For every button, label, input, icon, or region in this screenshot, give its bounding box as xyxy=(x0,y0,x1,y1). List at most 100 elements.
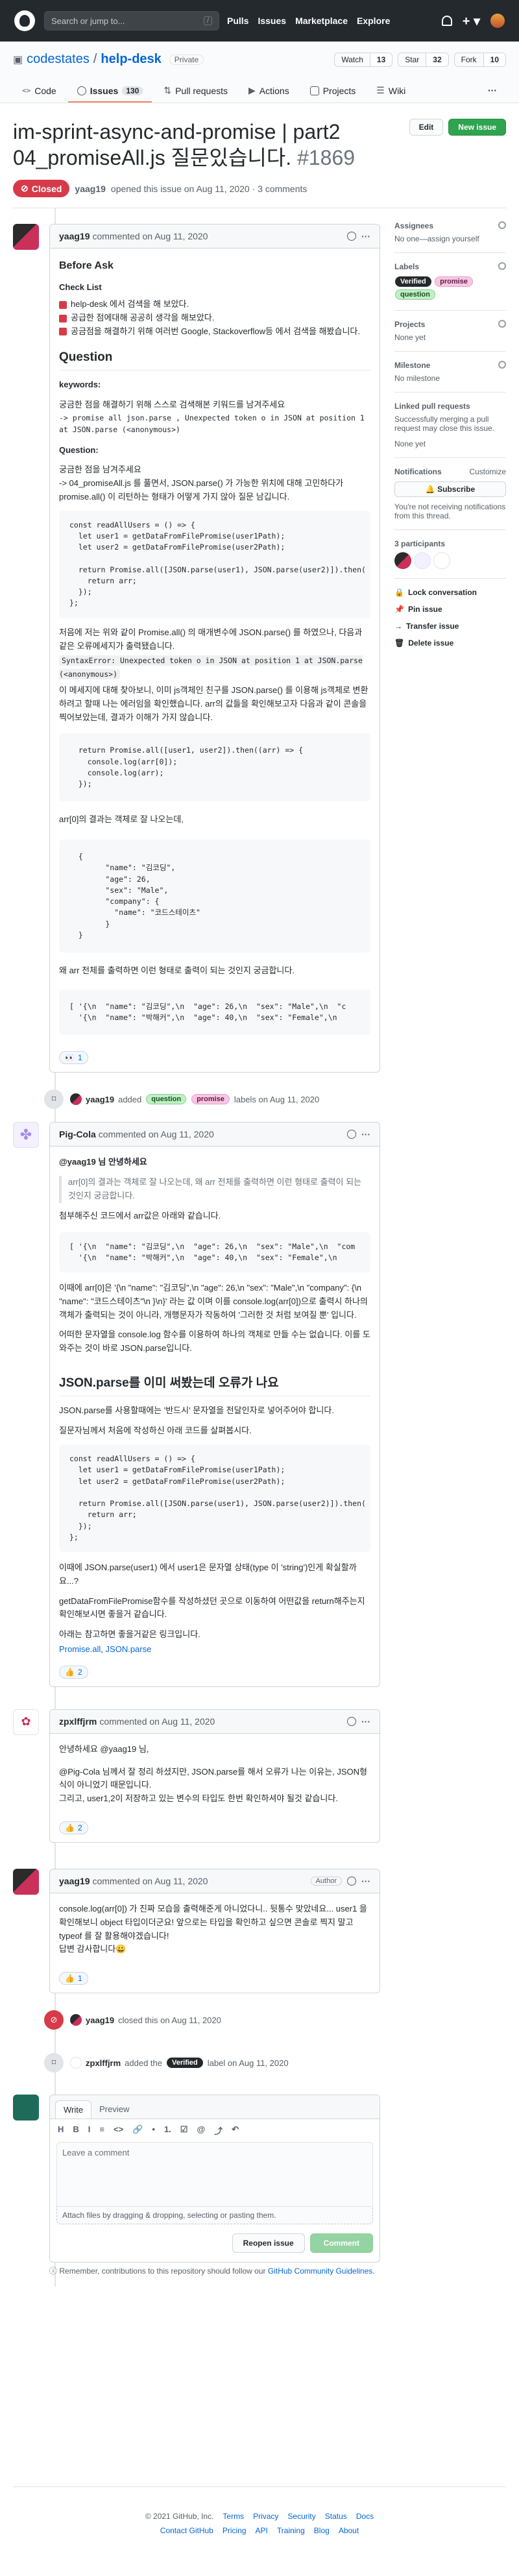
bold-tool-icon[interactable]: B xyxy=(73,2124,78,2137)
notifications-bell-icon[interactable] xyxy=(441,16,452,26)
comment-author[interactable]: yaag19 xyxy=(59,1876,90,1886)
gear-icon[interactable] xyxy=(498,262,506,270)
quote-tool-icon[interactable]: ≡ xyxy=(99,2124,104,2137)
tab-code[interactable]: <> Code xyxy=(13,80,66,103)
footer-link-api[interactable]: API xyxy=(256,2526,268,2535)
guidelines-link[interactable]: GitHub Community Guidelines. xyxy=(268,2266,375,2276)
star-count[interactable]: 32 xyxy=(426,53,448,66)
nav-issues[interactable]: Issues xyxy=(258,16,286,26)
comment-date[interactable]: commented on Aug 11, 2020 xyxy=(92,1876,208,1886)
footer-link-contact[interactable]: Contact GitHub xyxy=(160,2526,213,2535)
gear-icon[interactable] xyxy=(498,221,506,229)
transfer-issue-button[interactable]: → Transfer issue xyxy=(394,622,506,631)
json-parse-link[interactable]: JSON.parse xyxy=(106,1644,152,1654)
comment-menu-icon[interactable]: ··· xyxy=(361,231,370,241)
fork-button[interactable]: Fork 10 xyxy=(453,52,506,67)
comment-author[interactable]: yaag19 xyxy=(59,231,90,241)
linked-title[interactable]: Linked pull requests xyxy=(394,402,470,411)
avatar[interactable]: ✤ xyxy=(13,1122,39,1148)
tab-actions[interactable]: ▶ Actions xyxy=(239,80,298,103)
footer-link-terms[interactable]: Terms xyxy=(223,2512,244,2521)
label-promise[interactable]: promise xyxy=(191,1094,230,1105)
comment-author[interactable]: zpxlffjrm xyxy=(59,1716,97,1727)
footer-link-pricing[interactable]: Pricing xyxy=(223,2526,247,2535)
repo-name-link[interactable]: help-desk xyxy=(101,52,161,67)
avatar[interactable] xyxy=(13,224,39,250)
avatar[interactable] xyxy=(70,1093,82,1106)
footer-link-status[interactable]: Status xyxy=(325,2512,347,2521)
edit-button[interactable]: Edit xyxy=(409,119,444,136)
code-tool-icon[interactable]: <> xyxy=(114,2124,123,2137)
more-tabs-button[interactable]: ··· xyxy=(479,80,506,103)
assignees-title[interactable]: Assignees xyxy=(394,221,433,230)
event-user[interactable]: yaag19 xyxy=(86,2015,114,2025)
attach-files-area[interactable]: Attach files by dragging & dropping, sel… xyxy=(56,2207,373,2225)
watch-count[interactable]: 13 xyxy=(369,53,392,66)
avatar[interactable] xyxy=(70,2057,82,2069)
delete-issue-button[interactable]: 🗑 Delete issue xyxy=(394,638,506,648)
gear-icon[interactable] xyxy=(498,361,506,369)
tab-preview[interactable]: Preview xyxy=(91,2100,137,2119)
add-reaction-icon[interactable] xyxy=(347,1877,356,1886)
tab-write[interactable]: Write xyxy=(55,2100,92,2119)
gear-icon[interactable] xyxy=(498,320,506,328)
mention-tool-icon[interactable]: @ xyxy=(197,2124,205,2137)
reaction-thumbsup[interactable]: 👍 1 xyxy=(59,1972,88,1986)
avatar[interactable]: ✿ xyxy=(13,1708,39,1735)
add-reaction-icon[interactable] xyxy=(347,232,356,241)
reference-tool-icon[interactable]: ⤴ xyxy=(214,2124,223,2137)
comment-date[interactable]: commented on Aug 11, 2020 xyxy=(99,1716,215,1727)
footer-link-blog[interactable]: Blog xyxy=(314,2526,330,2535)
labels-title[interactable]: Labels xyxy=(394,262,419,271)
user-avatar[interactable] xyxy=(490,14,505,28)
link-tool-icon[interactable]: 🔗 xyxy=(132,2124,143,2137)
saved-replies-tool-icon[interactable]: ↶ xyxy=(232,2124,239,2137)
subscribe-button[interactable]: 🔔 Subscribe xyxy=(394,481,506,497)
add-reaction-icon[interactable] xyxy=(347,1716,356,1726)
reaction-thumbsup[interactable]: 👍 2 xyxy=(59,1821,88,1835)
comment-textarea[interactable]: Leave a comment xyxy=(56,2142,373,2207)
comment-menu-icon[interactable]: ··· xyxy=(361,1716,370,1727)
comment-menu-icon[interactable]: ··· xyxy=(361,1876,370,1886)
nav-pulls[interactable]: Pulls xyxy=(227,16,248,26)
footer-link-docs[interactable]: Docs xyxy=(356,2512,374,2521)
tab-wiki[interactable]: ☰ Wiki xyxy=(367,80,415,103)
comment-menu-icon[interactable]: ··· xyxy=(361,1129,370,1139)
add-reaction-icon[interactable] xyxy=(347,1130,356,1139)
reaction-eyes[interactable]: 👀 1 xyxy=(59,1051,88,1065)
task-list-tool-icon[interactable]: ☑ xyxy=(180,2124,188,2137)
numbered-list-tool-icon[interactable]: 1. xyxy=(164,2124,171,2137)
pin-issue-button[interactable]: 📌 Pin issue xyxy=(394,605,506,614)
promise-all-link[interactable]: Promise.all xyxy=(59,1644,101,1654)
lock-conversation-button[interactable]: 🔒 Lock conversation xyxy=(394,588,506,597)
assignees-value[interactable]: No one—assign yourself xyxy=(394,234,506,243)
italic-tool-icon[interactable]: I xyxy=(88,2124,91,2137)
fork-count[interactable]: 10 xyxy=(483,53,505,66)
customize-link[interactable]: Customize xyxy=(469,467,506,476)
star-button[interactable]: Star 32 xyxy=(398,52,449,67)
bullet-list-tool-icon[interactable]: • xyxy=(152,2124,155,2137)
tab-projects[interactable]: Projects xyxy=(301,80,365,103)
footer-link-about[interactable]: About xyxy=(339,2526,359,2535)
footer-link-training[interactable]: Training xyxy=(277,2526,305,2535)
label-question[interactable]: question xyxy=(146,1094,187,1105)
label-verified[interactable]: Verified xyxy=(395,276,431,287)
repo-owner-link[interactable]: codestates xyxy=(27,52,90,67)
event-user[interactable]: zpxlffjrm xyxy=(86,2058,121,2068)
github-logo-icon[interactable] xyxy=(14,10,35,31)
heading-tool-icon[interactable]: H xyxy=(58,2124,64,2137)
avatar[interactable] xyxy=(394,552,411,569)
comment-button[interactable]: Comment xyxy=(309,2233,373,2254)
nav-marketplace[interactable]: Marketplace xyxy=(295,16,348,26)
issue-author-link[interactable]: yaag19 xyxy=(75,184,105,194)
search-input[interactable]: Search or jump to... / xyxy=(44,11,219,30)
tab-pull-requests[interactable]: ⇅ Pull requests xyxy=(154,80,237,103)
label-question[interactable]: question xyxy=(395,289,435,300)
new-issue-button[interactable]: New issue xyxy=(448,119,506,136)
avatar[interactable] xyxy=(13,2095,39,2121)
tab-issues[interactable]: Issues 130 xyxy=(67,80,152,103)
label-promise[interactable]: promise xyxy=(435,276,473,287)
avatar[interactable] xyxy=(70,2014,82,2026)
milestone-title[interactable]: Milestone xyxy=(394,361,430,370)
watch-button[interactable]: Watch 13 xyxy=(334,52,393,67)
